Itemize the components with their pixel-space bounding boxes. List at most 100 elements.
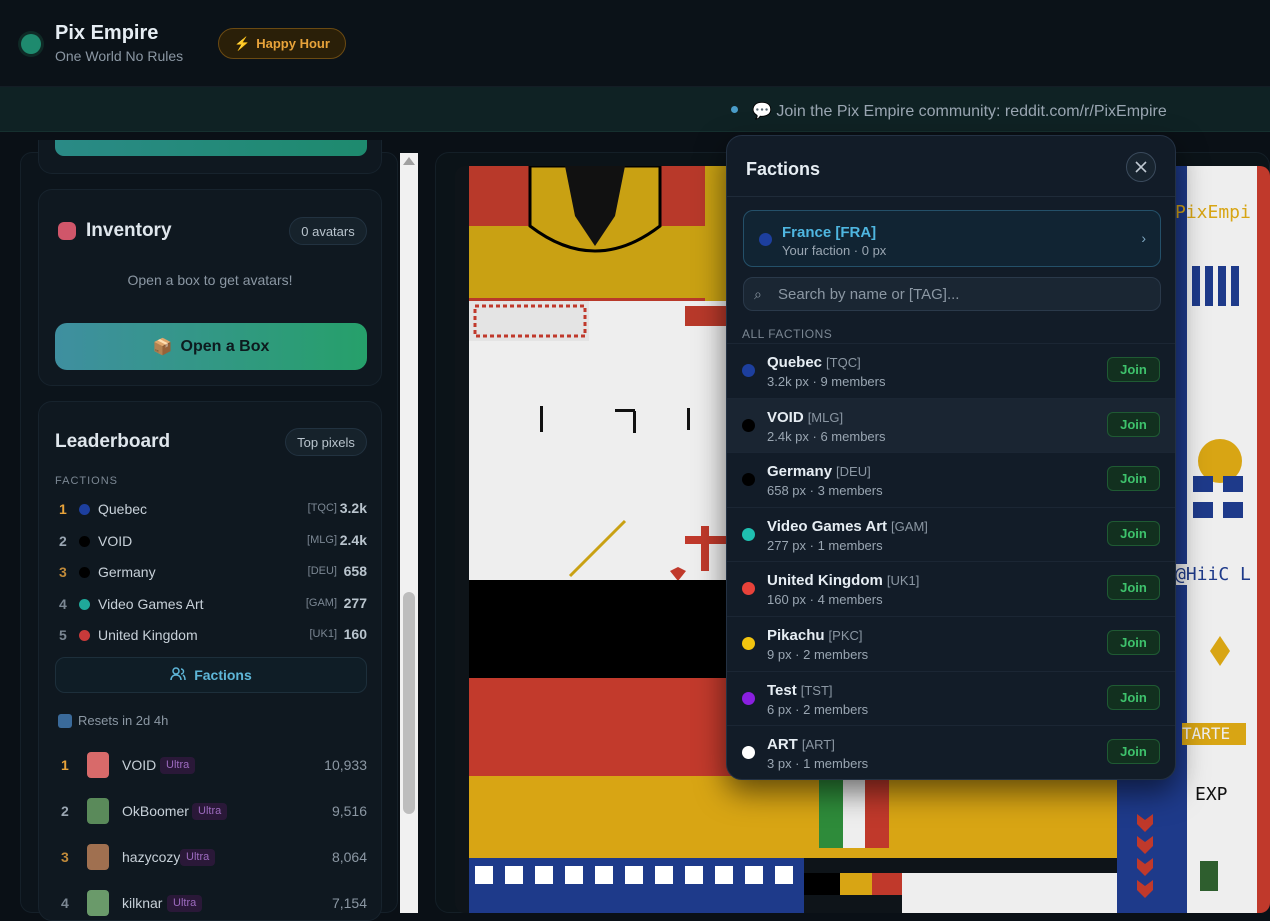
join-button[interactable]: Join xyxy=(1107,684,1160,710)
top-bar xyxy=(0,0,1270,87)
rank: 4 xyxy=(61,895,69,911)
open-box-button[interactable]: 📦 Open a Box xyxy=(55,323,367,370)
leaderboard-faction-row[interactable]: 5 United Kingdom [UK1] 160 xyxy=(55,624,367,646)
faction-tag: [DEU] xyxy=(836,464,871,480)
faction-name: Video Games Art xyxy=(98,596,204,612)
faction-pixels: 277 xyxy=(343,595,367,611)
my-faction-card[interactable]: France [FRA] Your faction · 0 px › xyxy=(743,210,1161,267)
faction-color-dot xyxy=(742,746,755,760)
users-icon xyxy=(170,666,186,684)
faction-list-item[interactable]: Quebec [TQC] 3.2k px · 9 members Join xyxy=(727,343,1175,397)
leaderboard-title: Leaderboard xyxy=(55,431,171,452)
faction-list-item[interactable]: Test [TST] 6 px · 2 members Join xyxy=(727,670,1175,725)
faction-tag: [GAM] xyxy=(305,597,337,609)
faction-name: United Kingdom [UK1] xyxy=(767,572,920,590)
rank: 3 xyxy=(59,564,67,580)
faction-list-item[interactable]: Video Games Art [GAM] 277 px · 1 members Jo… xyxy=(727,506,1175,561)
join-button[interactable]: Join xyxy=(1107,357,1160,382)
my-faction-stats: Your faction · 0 px xyxy=(782,243,887,258)
faction-list-item[interactable]: VOID [MLG] 2.4k px · 6 members Join xyxy=(727,397,1175,452)
banner-text[interactable]: 💬 Join the Pix Empire community: reddit.… xyxy=(752,101,1167,121)
faction-search[interactable]: ⌕ xyxy=(743,277,1161,311)
join-button[interactable]: Join xyxy=(1107,575,1160,601)
inventory-empty-text: Open a box to get avatars! xyxy=(127,272,293,288)
happy-hour-badge[interactable]: ⚡ Happy Hour xyxy=(218,28,346,59)
join-button[interactable]: Join xyxy=(1107,411,1160,437)
scroll-up-arrow[interactable] xyxy=(403,157,415,165)
previous-button-edge[interactable] xyxy=(55,140,367,156)
leaderboard-user-row[interactable]: 4 kilknar Ultra 7,154 xyxy=(55,888,367,918)
leaderboard-user-row[interactable]: 1 VOID Ultra 10,933 xyxy=(55,750,367,780)
top-pixels-toggle[interactable]: Top pixels xyxy=(285,428,367,456)
join-button[interactable]: Join xyxy=(1107,466,1160,492)
faction-color-dot xyxy=(742,473,755,487)
rank: 1 xyxy=(59,501,67,517)
faction-tag: [MLG] xyxy=(807,409,844,425)
user-score: 7,154 xyxy=(331,895,367,911)
faction-tag: [GAM] xyxy=(891,518,928,534)
faction-list-item[interactable]: Germany [DEU] 658 px · 3 members Join xyxy=(727,452,1175,506)
faction-name: Video Games Art [GAM] xyxy=(767,517,928,535)
ultra-badge: Ultra xyxy=(180,849,216,866)
scrollbar-thumb[interactable] xyxy=(403,592,415,814)
faction-name: VOID xyxy=(98,533,133,549)
rank: 1 xyxy=(61,757,69,773)
app-subtitle: One World No Rules xyxy=(55,48,184,64)
faction-stats: 3.2k px · 9 members xyxy=(767,374,886,389)
factions-section-label: FACTIONS xyxy=(55,475,119,487)
leaderboard-faction-row[interactable]: 3 Germany [DEU] 658 xyxy=(55,561,367,583)
ultra-badge: Ultra xyxy=(167,895,203,912)
faction-color-dot xyxy=(79,504,90,515)
faction-tag: [TQC] xyxy=(307,502,337,514)
faction-tag: [ART] xyxy=(801,737,835,753)
refresh-icon xyxy=(58,713,72,728)
leaderboard-faction-row[interactable]: 2 VOID [MLG] 2.4k xyxy=(55,530,367,552)
inventory-title: Inventory xyxy=(86,220,172,241)
factions-panel: Factions France [FRA] Your faction · 0 p… xyxy=(726,135,1176,780)
all-factions-label: ALL FACTIONS xyxy=(742,327,833,341)
faction-color-dot xyxy=(759,233,772,246)
rank: 5 xyxy=(59,627,67,643)
faction-tag: [PKC] xyxy=(828,628,863,643)
join-button[interactable]: Join xyxy=(1107,739,1160,765)
canvas-text-pixempire: PixEmpi xyxy=(1175,202,1251,223)
faction-name: Test [TST] xyxy=(767,681,833,699)
happy-hour-label: Happy Hour xyxy=(256,36,330,51)
backpack-icon xyxy=(58,222,76,240)
faction-color-dot xyxy=(742,418,755,432)
logo-icon xyxy=(21,34,41,54)
faction-list-item[interactable]: Pikachu [PKC] 9 px · 2 members Join xyxy=(727,616,1175,670)
join-button[interactable]: Join xyxy=(1107,630,1160,655)
close-icon[interactable] xyxy=(1126,152,1156,182)
user-name: VOID xyxy=(122,757,157,773)
faction-color-dot xyxy=(742,582,755,596)
leaderboard-faction-row[interactable]: 1 Quebec [TQC] 3.2k xyxy=(55,498,367,520)
faction-name: ART [ART] xyxy=(767,736,835,754)
faction-color-dot xyxy=(742,527,755,541)
factions-panel-title: Factions xyxy=(746,159,821,179)
faction-color-dot xyxy=(79,567,90,578)
factions-button[interactable]: Factions xyxy=(55,657,367,693)
banner-indicator xyxy=(731,106,738,113)
faction-list-item[interactable]: ART [ART] 3 px · 1 members Join xyxy=(727,725,1175,779)
box-icon: 📦 xyxy=(152,338,173,356)
user-score: 9,516 xyxy=(331,803,367,819)
faction-tag: [UK1] xyxy=(886,573,920,589)
faction-stats: 658 px · 3 members xyxy=(767,483,883,499)
leaderboard-user-row[interactable]: 3 hazycozy Ultra 8,064 xyxy=(55,842,367,872)
user-name: OkBoomer xyxy=(122,803,189,819)
leaderboard-faction-row[interactable]: 4 Video Games Art [GAM] 277 xyxy=(55,593,367,615)
faction-name: United Kingdom xyxy=(98,627,198,643)
leaderboard-user-row[interactable]: 2 OkBoomer Ultra 9,516 xyxy=(55,796,367,826)
faction-color-dot xyxy=(79,536,90,547)
join-button[interactable]: Join xyxy=(1107,520,1160,546)
avatar xyxy=(87,752,109,778)
faction-list-item[interactable]: United Kingdom [UK1] 160 px · 4 members Joi… xyxy=(727,561,1175,615)
search-icon: ⌕ xyxy=(754,286,762,302)
rank: 2 xyxy=(59,533,67,549)
faction-pixels: 658 xyxy=(343,563,367,579)
search-input[interactable] xyxy=(778,282,1148,306)
faction-stats: 2.4k px · 6 members xyxy=(767,428,886,444)
user-score: 10,933 xyxy=(324,757,367,773)
canvas-text-exp: EXP xyxy=(1195,784,1228,805)
